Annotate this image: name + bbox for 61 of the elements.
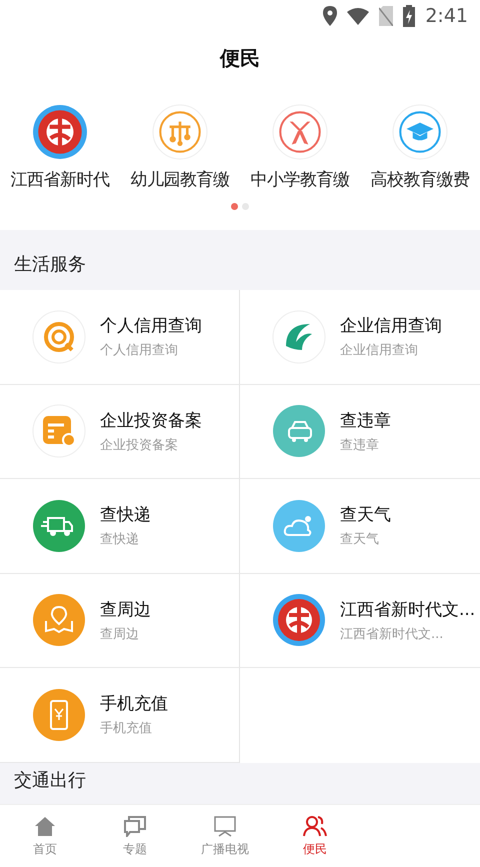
service-subtitle: 江西省新时代文... bbox=[340, 626, 444, 643]
service-tile[interactable]: 查违章 查违章 bbox=[240, 384, 480, 479]
scarf-icon bbox=[272, 104, 328, 160]
service-tile[interactable]: 查天气 查天气 bbox=[240, 479, 480, 574]
service-subtitle: 企业信用查询 bbox=[340, 342, 419, 360]
carousel-label[interactable]: 中小学教育缴 bbox=[250, 168, 350, 191]
service-subtitle: 个人信用查询 bbox=[100, 342, 179, 360]
tv-icon bbox=[213, 814, 237, 836]
truck-icon bbox=[32, 498, 86, 553]
leaf-icon bbox=[272, 310, 326, 364]
page-dot[interactable] bbox=[231, 203, 238, 210]
page-title: 便民 bbox=[220, 44, 260, 72]
battery-icon bbox=[403, 5, 416, 27]
service-tile[interactable]: 个人信用查询 个人信用查询 bbox=[0, 290, 240, 384]
document-icon bbox=[32, 404, 86, 458]
carousel-label[interactable]: 高校教育缴费 bbox=[370, 168, 470, 191]
service-tile[interactable]: 手机充值 手机充值 bbox=[0, 668, 240, 762]
graduation-cap-icon bbox=[392, 104, 448, 160]
nav-tab[interactable]: 广播电视 bbox=[180, 805, 270, 867]
nav-tab[interactable]: 专题 bbox=[90, 805, 180, 867]
cloud-icon bbox=[272, 498, 326, 553]
service-title: 查快递 bbox=[100, 504, 151, 526]
service-tile[interactable]: 企业投资备案 企业投资备案 bbox=[0, 384, 240, 479]
carousel-label[interactable]: 幼儿园教育缴 bbox=[130, 168, 230, 191]
status-time: 2:41 bbox=[425, 5, 468, 27]
chat-icon bbox=[123, 814, 147, 836]
home-icon bbox=[33, 814, 57, 836]
location-pin-icon bbox=[32, 593, 86, 648]
emblem-icon bbox=[272, 593, 326, 648]
service-subtitle: 查周边 bbox=[100, 626, 140, 643]
service-title: 查违章 bbox=[340, 410, 391, 432]
service-title: 手机充值 bbox=[100, 693, 168, 716]
service-title: 江西省新时代文... bbox=[340, 598, 476, 621]
service-subtitle: 查违章 bbox=[340, 436, 380, 454]
service-tile[interactable]: 企业信用查询 企业信用查询 bbox=[240, 290, 480, 384]
service-subtitle: 手机充值 bbox=[100, 720, 153, 738]
service-tile[interactable]: 查快递 查快递 bbox=[0, 479, 240, 574]
no-sim-icon bbox=[379, 6, 394, 26]
service-subtitle: 查快递 bbox=[100, 531, 140, 548]
service-subtitle: 查天气 bbox=[340, 531, 380, 548]
section-title: 生活服务 bbox=[14, 253, 86, 276]
people-icon bbox=[303, 814, 327, 836]
emblem-icon bbox=[32, 104, 88, 160]
section-title: 交通出行 bbox=[14, 768, 86, 792]
service-tile[interactable]: 查周边 查周边 bbox=[0, 574, 240, 668]
car-icon bbox=[272, 404, 326, 458]
credit-icon bbox=[32, 310, 86, 364]
service-title: 企业投资备案 bbox=[100, 410, 202, 432]
service-title: 企业信用查询 bbox=[340, 315, 442, 338]
location-icon bbox=[323, 6, 338, 26]
service-tile[interactable]: 江西省新时代文... 江西省新时代文... bbox=[240, 574, 480, 668]
service-title: 查周边 bbox=[100, 598, 151, 621]
service-title: 查天气 bbox=[340, 504, 391, 526]
service-title: 个人信用查询 bbox=[100, 315, 202, 338]
nav-tab[interactable]: 首页 bbox=[0, 805, 90, 867]
nav-tab[interactable]: 便民 bbox=[270, 805, 360, 867]
carousel-label[interactable]: 江西省新时代 bbox=[10, 168, 110, 191]
wifi-icon bbox=[347, 7, 370, 25]
baby-mobile-icon bbox=[152, 104, 208, 160]
service-subtitle: 企业投资备案 bbox=[100, 436, 179, 454]
phone-payment-icon bbox=[32, 688, 86, 742]
